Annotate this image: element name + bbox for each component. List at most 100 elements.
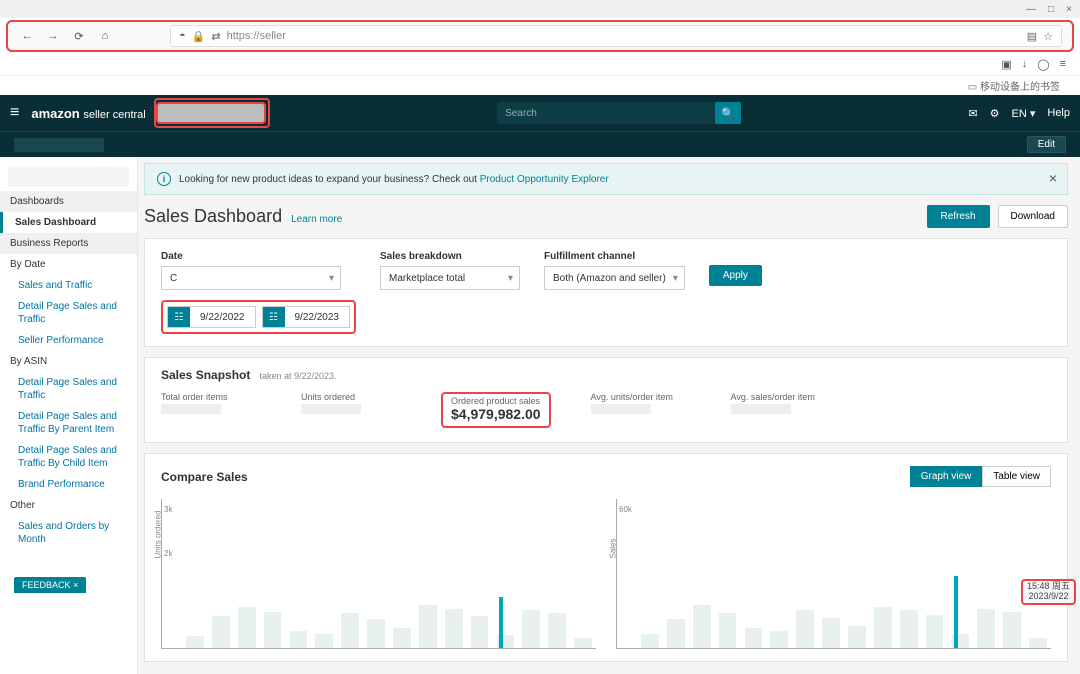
search-button[interactable]: 🔍 (715, 102, 741, 124)
learn-more-link[interactable]: Learn more (291, 214, 342, 225)
header-search-input[interactable]: Search (497, 102, 717, 124)
clock-date: 2023/9/22 (1027, 592, 1070, 602)
sidebar-link-seller-performance[interactable]: Seller Performance (0, 330, 137, 351)
close-window-button[interactable]: × (1066, 4, 1072, 15)
snapshot-title: Sales Snapshot (161, 368, 250, 382)
url-bar: ← → ⟳ ⌂ ◓ 🔒 ⇄ ▤ ☆ (6, 20, 1074, 52)
reload-button[interactable]: ⟳ (70, 27, 88, 45)
date-range-highlight: ☷ 9/22/2022 ☷ 9/22/2023 (161, 300, 356, 334)
home-button[interactable]: ⌂ (96, 27, 114, 45)
banner-link[interactable]: Product Opportunity Explorer (480, 174, 609, 185)
chart1-bars (186, 503, 592, 648)
snapshot-row: Total order items Units ordered Ordered … (161, 392, 1051, 428)
filter-date: Date C ☷ 9/22/2022 ☷ 9/22/2023 (161, 251, 356, 334)
hamburger-menu-icon[interactable]: ≡ (10, 104, 19, 122)
filter-channel-label: Fulfillment channel (544, 251, 685, 262)
chart2-spike (954, 576, 958, 649)
info-banner: i Looking for new product ideas to expan… (144, 163, 1068, 195)
maximize-button[interactable]: □ (1048, 4, 1054, 15)
compare-title: Compare Sales (161, 470, 248, 484)
store-selector[interactable] (156, 102, 266, 124)
banner-text: Looking for new product ideas to expand … (179, 174, 609, 185)
header-right: ✉ ⚙ EN ▾ Help (968, 107, 1070, 120)
breadcrumb-redacted (14, 138, 104, 152)
content-area: i Looking for new product ideas to expan… (138, 157, 1080, 674)
sidebar-link-sales-orders-month[interactable]: Sales and Orders by Month (0, 516, 137, 550)
forward-button[interactable]: → (44, 27, 62, 45)
chart1-tick-2k: 2k (164, 549, 172, 558)
sidebar-link-asin-parent[interactable]: Detail Page Sales and Traffic By Parent … (0, 406, 137, 440)
filter-date-label: Date (161, 251, 356, 262)
sidebar-cat-by-date: By Date (0, 254, 137, 275)
page-title: Sales Dashboard Learn more (144, 206, 342, 227)
breakdown-select[interactable]: Marketplace total (380, 266, 520, 290)
page-title-row: Sales Dashboard Learn more Refresh Downl… (144, 205, 1068, 228)
sidebar-cat-other: Other (0, 495, 137, 516)
banner-close-icon[interactable]: × (1049, 170, 1057, 186)
language-selector[interactable]: EN ▾ (1012, 107, 1036, 120)
table-view-button[interactable]: Table view (982, 466, 1051, 487)
edit-button[interactable]: Edit (1027, 136, 1066, 153)
title-actions: Refresh Download (927, 205, 1069, 228)
minimize-button[interactable]: — (1026, 4, 1036, 15)
sales-snapshot-card: Sales Snapshot taken at 9/22/2023. Total… (144, 357, 1068, 443)
calendar-icon: ☷ (263, 307, 285, 327)
sidebar-link-detail-sales-traffic[interactable]: Detail Page Sales and Traffic (0, 296, 137, 330)
graph-view-button[interactable]: Graph view (910, 466, 983, 487)
snap-total-order-items: Total order items (161, 392, 261, 428)
reader-icon[interactable]: ▤ (1027, 30, 1037, 43)
brand-logo[interactable]: amazon seller central (31, 106, 145, 121)
system-clock: 15:48 周五 2023/9/22 (1021, 579, 1076, 605)
window-controls: — □ × (0, 0, 1080, 18)
feedback-tab[interactable]: FEEDBACK × (14, 577, 86, 593)
sidebar-link-brand-performance[interactable]: Brand Performance (0, 474, 137, 495)
sidebar-section-dashboards[interactable]: Dashboards (0, 191, 137, 212)
search-icon: 🔍 (721, 107, 735, 120)
sidebar: Dashboards Sales Dashboard Business Repo… (0, 157, 138, 674)
back-button[interactable]: ← (18, 27, 36, 45)
info-icon: i (157, 172, 171, 186)
sidebar-section-business-reports[interactable]: Business Reports (0, 233, 137, 254)
chart2-bars (641, 503, 1047, 648)
sidebar-cat-by-asin: By ASIN (0, 351, 137, 372)
sidebar-link-asin-child[interactable]: Detail Page Sales and Traffic By Child I… (0, 440, 137, 474)
filter-apply-col: Apply (709, 251, 762, 286)
chart2-ylabel: Sales (609, 538, 618, 558)
apply-button[interactable]: Apply (709, 265, 762, 286)
chart1-tick-3k: 3k (164, 505, 172, 514)
url-field[interactable]: ◓ 🔒 ⇄ ▤ ☆ (170, 25, 1062, 47)
mail-icon[interactable]: ✉ (968, 107, 977, 120)
sidebar-item-sales-dashboard[interactable]: Sales Dashboard (0, 212, 137, 233)
help-link[interactable]: Help (1047, 107, 1070, 119)
bookmark-star-icon[interactable]: ☆ (1043, 30, 1053, 43)
mobile-bookmarks-link[interactable]: ▭ 移动设备上的书签 (968, 82, 1060, 93)
account-icon[interactable]: ◯ (1037, 58, 1049, 71)
sidebar-redacted-top (8, 167, 129, 187)
snap-avg-units: Avg. units/order item (591, 392, 691, 428)
view-toggle: Graph view Table view (910, 466, 1051, 487)
gear-icon[interactable]: ⚙ (990, 107, 1000, 120)
date-to-input[interactable]: ☷ 9/22/2023 (262, 306, 351, 328)
url-input[interactable] (227, 30, 1021, 42)
download-icon[interactable]: ↓ (1022, 58, 1028, 71)
menu-icon[interactable]: ≡ (1060, 58, 1066, 71)
refresh-button[interactable]: Refresh (927, 205, 990, 228)
chart1-ylabel: Units ordered (154, 510, 163, 558)
ordered-product-sales-value: $4,979,982.00 (451, 406, 541, 422)
main-layout: Dashboards Sales Dashboard Business Repo… (0, 157, 1080, 674)
sidebar-link-sales-traffic[interactable]: Sales and Traffic (0, 275, 137, 296)
date-preset-select[interactable]: C (161, 266, 341, 290)
chart-sales: Sales 60k (616, 499, 1051, 649)
bookmark-bar: ▭ 移动设备上的书签 (0, 76, 1080, 95)
header-search-wrap: Search 🔍 (282, 102, 957, 124)
snap-avg-sales: Avg. sales/order item (731, 392, 831, 428)
date-from-input[interactable]: ☷ 9/22/2022 (167, 306, 256, 328)
snap-units-ordered: Units ordered (301, 392, 401, 428)
app-header: ≡ amazon seller central Search 🔍 ✉ ⚙ EN … (0, 95, 1080, 131)
swap-icon: ⇄ (211, 30, 220, 43)
sidebar-link-asin-detail[interactable]: Detail Page Sales and Traffic (0, 372, 137, 406)
channel-select[interactable]: Both (Amazon and seller) (544, 266, 685, 290)
snap-ordered-product-sales: Ordered product sales $4,979,982.00 (441, 392, 551, 428)
extensions-icon[interactable]: ▣ (1001, 58, 1011, 71)
download-button[interactable]: Download (998, 205, 1068, 228)
